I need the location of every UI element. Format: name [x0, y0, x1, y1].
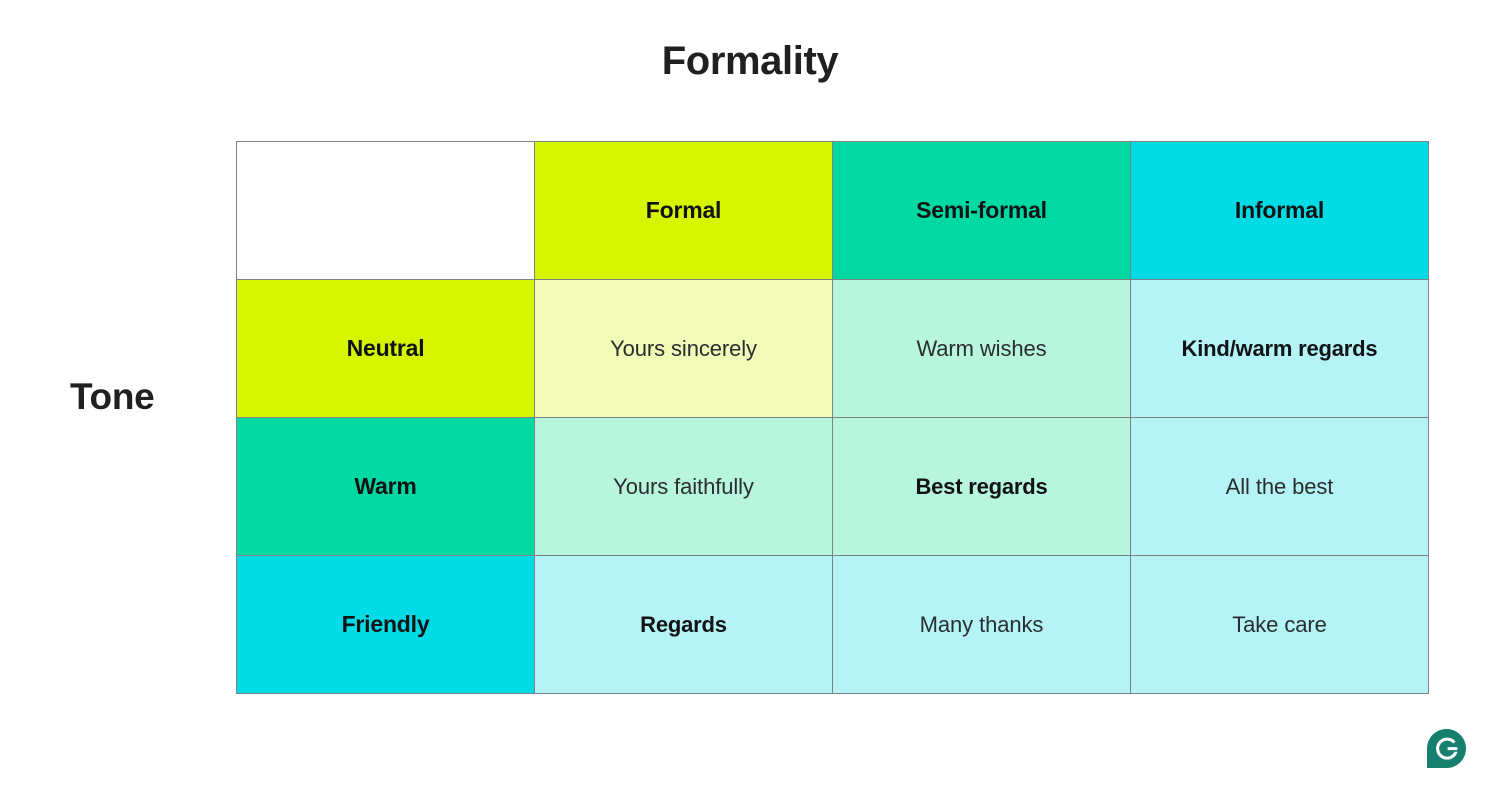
cell-friendly-formal: Regards: [534, 555, 833, 694]
row-axis-label: Tone: [70, 376, 155, 417]
column-header-formal: Formal: [534, 141, 833, 280]
row-header-warm: Warm: [236, 417, 535, 556]
table-row: Friendly Regards Many thanks Take care: [236, 555, 1429, 694]
cell-friendly-semi-formal: Many thanks: [832, 555, 1131, 694]
formality-tone-matrix: Formal Semi-formal Informal Neutral Your…: [236, 141, 1429, 694]
grammarly-logo-icon: [1427, 729, 1466, 768]
cell-warm-formal: Yours faithfully: [534, 417, 833, 556]
column-header-semi-formal: Semi-formal: [832, 141, 1131, 280]
cell-neutral-semi-formal: Warm wishes: [832, 279, 1131, 418]
page-title: Formality: [661, 39, 839, 83]
cell-neutral-informal: Kind/warm regards: [1130, 279, 1429, 418]
cell-warm-semi-formal: Best regards: [832, 417, 1131, 556]
table-row: Warm Yours faithfully Best regards All t…: [236, 417, 1429, 556]
row-header-neutral: Neutral: [236, 279, 535, 418]
cell-friendly-informal: Take care: [1130, 555, 1429, 694]
cell-neutral-formal: Yours sincerely: [534, 279, 833, 418]
table-row: Neutral Yours sincerely Warm wishes Kind…: [236, 279, 1429, 418]
matrix-header-row: Formal Semi-formal Informal: [236, 141, 1429, 280]
cell-warm-informal: All the best: [1130, 417, 1429, 556]
row-header-friendly: Friendly: [236, 555, 535, 694]
matrix-corner-cell: [236, 141, 535, 280]
column-header-informal: Informal: [1130, 141, 1429, 280]
matrix-table: Formal Semi-formal Informal Neutral Your…: [236, 141, 1429, 694]
